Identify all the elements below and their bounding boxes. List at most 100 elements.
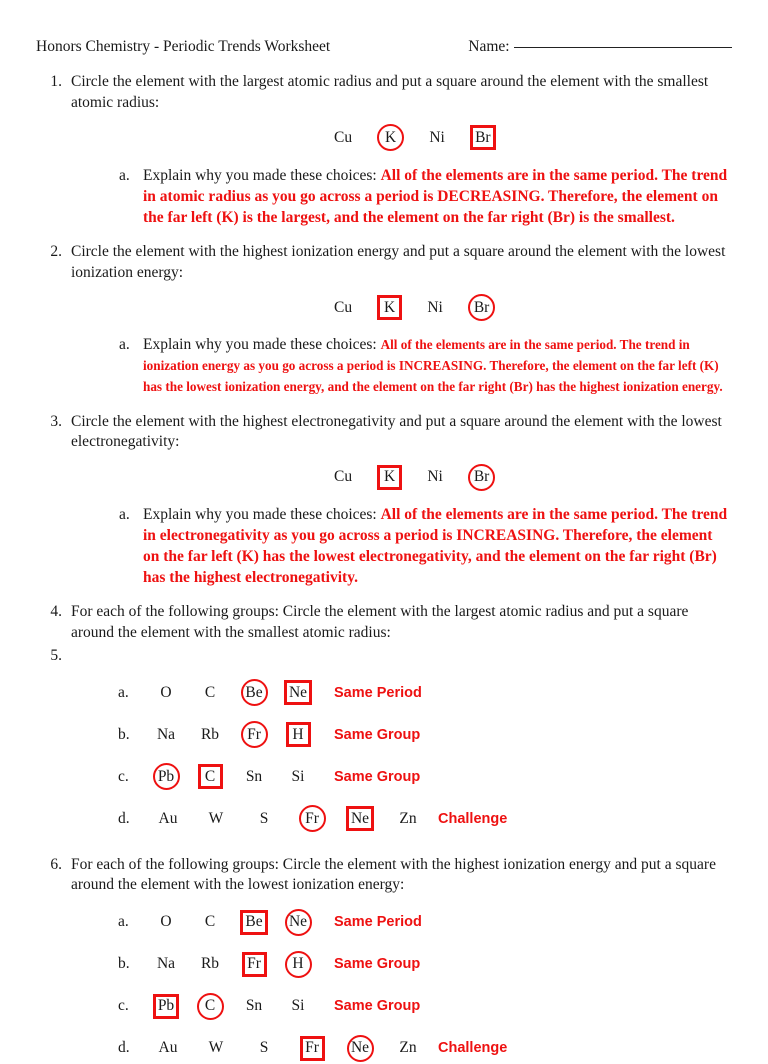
- element-slot: Ne: [276, 908, 320, 936]
- element-slot: Ne: [276, 680, 320, 706]
- group-tag[interactable]: Challenge: [438, 1040, 507, 1056]
- group-row-a: a. O C Be Ne Same Period: [118, 906, 732, 938]
- element-rb[interactable]: Rb: [198, 724, 222, 746]
- group-row-d: d. Au W S Fr Ne Zn Challenge: [118, 1032, 732, 1064]
- group-elements: O C Be Ne: [144, 908, 320, 936]
- question-4: 4. For each of the following groups: Cir…: [36, 602, 732, 644]
- element-slot: S: [240, 808, 288, 830]
- group-letter: a.: [118, 683, 129, 701]
- element-h-squared[interactable]: H: [285, 722, 311, 748]
- element-slot: Sn: [232, 995, 276, 1017]
- question-number: 1.: [50, 73, 62, 90]
- element-ni[interactable]: Ni: [424, 296, 446, 318]
- element-na[interactable]: Na: [154, 724, 178, 746]
- element-slot: Fr: [288, 1035, 336, 1061]
- element-slot: Si: [276, 995, 320, 1017]
- element-slot: Rb: [188, 953, 232, 975]
- element-k-squared[interactable]: K: [377, 294, 403, 320]
- group-elements: Pb C Sn Si: [144, 763, 320, 791]
- explain-prompt: Explain why you made these choices:: [143, 336, 377, 354]
- group-tag[interactable]: Same Group: [334, 769, 420, 785]
- element-s[interactable]: S: [253, 1037, 275, 1059]
- worksheet-page: Honors Chemistry - Periodic Trends Works…: [0, 0, 768, 1062]
- element-slot: Zn: [384, 808, 432, 830]
- element-slot: S: [240, 1037, 288, 1059]
- element-zn[interactable]: Zn: [396, 808, 419, 830]
- element-c[interactable]: C: [199, 682, 221, 704]
- group-elements: Na Rb Fr H: [144, 950, 320, 978]
- element-k-circled[interactable]: K: [377, 124, 405, 152]
- question-number: 6.: [50, 855, 62, 873]
- element-c[interactable]: C: [199, 911, 221, 933]
- element-c-squared[interactable]: C: [197, 764, 223, 790]
- group-tag[interactable]: Same Group: [334, 727, 420, 743]
- element-si[interactable]: Si: [287, 766, 309, 788]
- question-text: Circle the element with the largest atom…: [71, 73, 709, 111]
- element-fr-squared[interactable]: Fr: [241, 951, 267, 977]
- explain-prompt: Explain why you made these choices:: [143, 166, 377, 184]
- element-fr-circled[interactable]: Fr: [240, 721, 268, 749]
- element-pb-squared[interactable]: Pb: [152, 993, 180, 1019]
- element-ne-squared[interactable]: Ne: [345, 806, 375, 832]
- element-slot: O: [144, 682, 188, 704]
- element-w[interactable]: W: [205, 1037, 227, 1059]
- group-tag[interactable]: Same Period: [334, 914, 422, 930]
- element-sn[interactable]: Sn: [243, 766, 265, 788]
- element-slot: H: [276, 722, 320, 748]
- element-si[interactable]: Si: [287, 995, 309, 1017]
- element-fr-circled[interactable]: Fr: [298, 805, 326, 833]
- page-title: Honors Chemistry - Periodic Trends Works…: [36, 38, 331, 55]
- element-be-squared[interactable]: Be: [240, 909, 268, 935]
- question-6-groups: a. O C Be Ne Same Period b. Na Rb Fr H Same Group c.…: [36, 906, 732, 1064]
- element-br-circled[interactable]: Br: [468, 463, 496, 491]
- element-w[interactable]: W: [205, 808, 227, 830]
- group-elements: Au W S Fr Ne Zn: [144, 805, 432, 833]
- element-c-circled[interactable]: C: [196, 992, 224, 1020]
- element-ne-circled[interactable]: Ne: [284, 908, 312, 936]
- group-tag[interactable]: Same Group: [334, 998, 420, 1014]
- element-pb-circled[interactable]: Pb: [152, 763, 180, 791]
- sub-question: a. Explain why you made these choices: Al…: [119, 334, 732, 397]
- element-au[interactable]: Au: [156, 808, 181, 830]
- element-cu[interactable]: Cu: [331, 127, 355, 149]
- group-tag[interactable]: Same Group: [334, 956, 420, 972]
- element-slot: W: [192, 1037, 240, 1059]
- element-k-squared[interactable]: K: [377, 464, 403, 490]
- element-cu[interactable]: Cu: [331, 296, 355, 318]
- element-ni[interactable]: Ni: [426, 127, 448, 149]
- group-row-d: d. Au W S Fr Ne Zn Challenge: [118, 803, 732, 835]
- element-s[interactable]: S: [253, 808, 275, 830]
- question-2: 2. Circle the element with the highest io…: [36, 242, 732, 398]
- question-text: Circle the element with the highest ioni…: [71, 242, 726, 281]
- question-number: 2.: [50, 242, 62, 260]
- element-ne-squared[interactable]: Ne: [283, 680, 313, 706]
- element-cu[interactable]: Cu: [331, 466, 355, 488]
- element-au[interactable]: Au: [156, 1037, 181, 1059]
- group-tag[interactable]: Same Period: [334, 685, 422, 701]
- name-field[interactable]: [513, 47, 732, 48]
- element-slot: Fr: [232, 951, 276, 977]
- element-br-circled[interactable]: Br: [468, 293, 496, 321]
- question-1: 1. Circle the element with the largest at…: [36, 72, 732, 228]
- element-zn[interactable]: Zn: [396, 1037, 419, 1059]
- group-tag[interactable]: Challenge: [438, 811, 507, 827]
- element-answer-row: Cu K Ni Br: [331, 292, 732, 322]
- group-row-a: a. O C Be Ne Same Period: [118, 677, 732, 709]
- element-slot: C: [188, 764, 232, 790]
- sub-question: a. Explain why you made these choices: Al…: [119, 165, 732, 228]
- group-row-b: b. Na Rb Fr H Same Group: [118, 948, 732, 980]
- element-be-circled[interactable]: Be: [240, 679, 268, 707]
- element-sn[interactable]: Sn: [243, 995, 265, 1017]
- element-fr-squared[interactable]: Fr: [299, 1035, 325, 1061]
- element-slot: Au: [144, 808, 192, 830]
- element-br-squared[interactable]: Br: [470, 125, 496, 151]
- element-slot: C: [188, 682, 232, 704]
- element-h-circled[interactable]: H: [284, 950, 312, 978]
- element-rb[interactable]: Rb: [198, 953, 222, 975]
- element-o[interactable]: O: [155, 911, 177, 933]
- question-5-empty: 5.: [36, 646, 732, 667]
- element-ni[interactable]: Ni: [424, 466, 446, 488]
- element-na[interactable]: Na: [154, 953, 178, 975]
- element-o[interactable]: O: [155, 682, 177, 704]
- element-ne-circled[interactable]: Ne: [346, 1034, 374, 1062]
